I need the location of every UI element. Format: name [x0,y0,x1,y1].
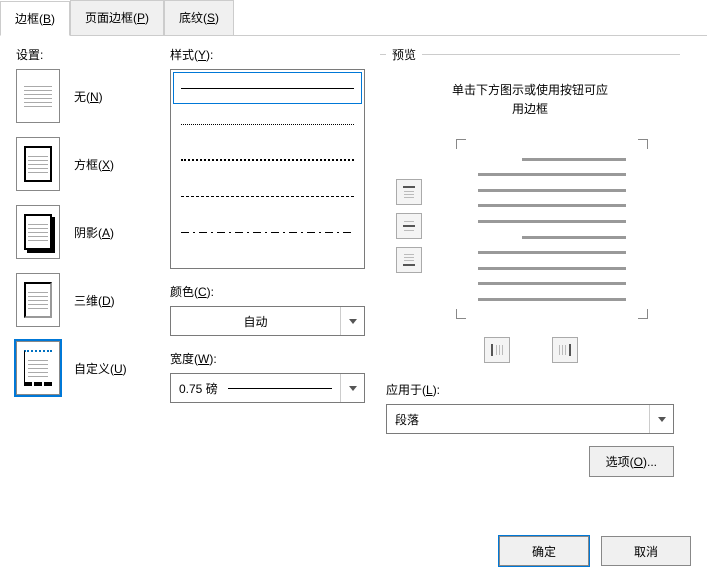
setting-box[interactable]: 方框(X) [16,137,166,191]
width-dropdown[interactable]: 0.75 磅 [170,373,365,403]
setting-icon-none [16,69,60,123]
cancel-button[interactable]: 取消 [601,536,691,566]
line-dash-dot[interactable] [171,214,364,250]
setting-3d[interactable]: 三维(D) [16,273,166,327]
tab-border[interactable]: 边框(B) [0,1,70,36]
line-dotted-dense[interactable] [171,142,364,178]
tab-page-border[interactable]: 页面边框(P) [70,0,164,35]
color-label: 颜色(C): [170,283,365,300]
options-button[interactable]: 选项(O)... [589,446,674,477]
setting-icon-3d [16,273,60,327]
preview-group: 预览 单击下方图示或使用按钮可应用边框 [380,46,680,487]
border-left-button[interactable] [484,337,510,363]
line-solid-thin[interactable] [171,70,364,106]
ok-button[interactable]: 确定 [499,536,589,566]
border-right-button[interactable] [552,337,578,363]
settings-label: 设置: [16,46,166,63]
apply-to-dropdown[interactable]: 段落 [386,404,674,434]
preview-hint: 单击下方图示或使用按钮可应用边框 [386,81,674,119]
line-dashed[interactable] [171,178,364,214]
border-middle-button[interactable] [396,213,422,239]
setting-icon-custom [16,341,60,395]
apply-to-label: 应用于(L): [386,381,674,398]
width-label: 宽度(W): [170,350,365,367]
style-listbox[interactable] [170,69,365,269]
tab-shading[interactable]: 底纹(S) [164,0,234,35]
line-dotted-sparse[interactable] [171,106,364,142]
setting-custom[interactable]: 自定义(U) [16,341,166,395]
color-dropdown[interactable]: 自动 [170,306,365,336]
chevron-down-icon [649,405,673,433]
border-top-button[interactable] [396,179,422,205]
setting-icon-shadow [16,205,60,259]
border-bottom-button[interactable] [396,247,422,273]
chevron-down-icon [340,307,364,335]
setting-icon-box [16,137,60,191]
style-label: 样式(Y): [170,46,365,63]
setting-shadow[interactable]: 阴影(A) [16,205,166,259]
preview-label: 预览 [386,46,422,63]
chevron-down-icon [340,374,364,402]
setting-none[interactable]: 无(N) [16,69,166,123]
preview-diagram[interactable] [386,139,674,329]
